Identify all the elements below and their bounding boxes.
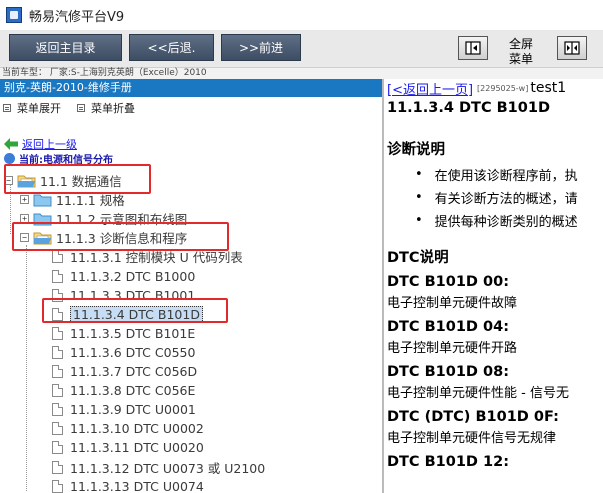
- page-icon: [52, 460, 63, 474]
- fullscreen-menu-label[interactable]: 全屏 菜单: [500, 37, 542, 67]
- page-icon: [52, 326, 63, 340]
- tree-leaf-item[interactable]: 11.1.3.5 DTC B101E: [52, 324, 195, 343]
- page-icon: [52, 422, 63, 436]
- back-previous-page-link[interactable]: [<返回上一页]: [387, 79, 473, 98]
- menu-collapse-label: 菜单折叠: [91, 102, 135, 115]
- dtc-code: DTC B101D 04:: [387, 319, 509, 335]
- diagnostic-bullets: 在使用该诊断程序前，执 有关诊断方法的概述，请 提供每种诊断类别的概述: [387, 163, 603, 232]
- current-model-bar: 当前车型： 厂家:S-上海别克英朗（Excelle）2010: [0, 68, 603, 79]
- list-icon: [3, 104, 11, 112]
- dtc-description: 电子控制单元硬件性能 - 信号无: [387, 386, 569, 401]
- page-icon: [52, 441, 63, 455]
- expand-panel-button[interactable]: [557, 36, 587, 60]
- back-button[interactable]: <<后退.: [129, 34, 214, 61]
- title-bar: 畅易汽修平台V9: [0, 0, 603, 30]
- page-icon: [52, 384, 63, 398]
- menu-collapse-button[interactable]: 菜单折叠: [77, 100, 135, 116]
- tree-item-label: 11.1.3.7 DTC C056D: [70, 364, 198, 379]
- page-icon: [52, 250, 63, 264]
- highlight-box: [4, 164, 151, 194]
- collapse-panel-icon: [465, 41, 481, 55]
- menu-expand-label: 菜单展开: [17, 102, 61, 115]
- dtc-description: 电子控制单元硬件信号无规律: [387, 431, 557, 446]
- back-up-level-link[interactable]: 返回上一级: [22, 136, 77, 152]
- tree-item-label: 11.1.3.10 DTC U0002: [70, 421, 204, 437]
- tree-leaf-item[interactable]: 11.1.3.12 DTC U0073 或 U2100: [52, 458, 265, 477]
- tree-item-label: 11.1.3.11 DTC U0020: [70, 440, 204, 456]
- tree-item-label: 11.1.3.2 DTC B1000: [70, 268, 196, 284]
- highlight-box: [12, 222, 229, 251]
- tree-leaf-item[interactable]: 11.1.3.10 DTC U0002: [52, 419, 204, 438]
- dtc-description: 电子控制单元硬件开路: [387, 341, 518, 356]
- doc-breadcrumb: [<返回上一页] [2295025-w] test1: [387, 79, 603, 98]
- split-view-icon: [564, 41, 580, 55]
- highlight-box: [42, 298, 228, 323]
- toolbar: 返回主目录 <<后退. >>前进 全屏 菜单: [0, 30, 603, 68]
- forward-button[interactable]: >>前进: [221, 34, 301, 61]
- page-icon: [52, 479, 63, 493]
- bullet-item: 有关诊断方法的概述，请: [387, 186, 603, 209]
- dtc-code: DTC B101D 12:: [387, 454, 509, 470]
- page-icon: [52, 365, 63, 378]
- page-icon: [52, 345, 63, 359]
- tree-item-label: 11.1.3.13 DTC U0074: [70, 478, 204, 493]
- manual-tree-panel: 别克-英朗-2010-维修手册 菜单展开 菜单折叠 返回上一级 当前:电源和信号…: [0, 79, 383, 493]
- tree-leaf-item[interactable]: 11.1.3.8 DTC C056E: [52, 381, 195, 400]
- window-title: 畅易汽修平台V9: [29, 9, 125, 25]
- dtc-code: DTC B101D 00:: [387, 274, 509, 290]
- document-panel: [<返回上一页] [2295025-w] test1 11.1.3.4 DTC …: [384, 79, 603, 493]
- list-icon: [77, 104, 85, 112]
- doc-title: 11.1.3.4 DTC B101D: [387, 100, 550, 116]
- tree-leaf-item[interactable]: 11.1.3.9 DTC U0001: [52, 400, 196, 419]
- menu-expand-button[interactable]: 菜单展开: [3, 100, 61, 116]
- dtc-description: 电子控制单元硬件故障: [387, 296, 518, 311]
- tree-item-label: 11.1.3.9 DTC U0001: [70, 402, 196, 418]
- diagnostic-description-heading: 诊断说明: [387, 142, 445, 158]
- back-arrow-icon: [4, 138, 18, 150]
- back-up-level[interactable]: 返回上一级: [4, 136, 77, 152]
- fullscreen-label-line2: 菜单: [508, 52, 533, 66]
- menu-actions: 菜单展开 菜单折叠: [0, 97, 382, 119]
- location-icon: [4, 153, 15, 164]
- page-icon: [52, 269, 63, 283]
- bullet-item: 在使用该诊断程序前，执: [387, 163, 603, 186]
- tree-leaf-item[interactable]: 11.1.3.11 DTC U0020: [52, 438, 204, 457]
- manual-title: 别克-英朗-2010-维修手册: [0, 79, 382, 97]
- doc-code: [2295025-w]: [477, 83, 529, 93]
- folder-icon: [33, 194, 52, 207]
- dtc-code: DTC B101D 08:: [387, 364, 509, 380]
- dtc-code: DTC (DTC) B101D 0F:: [387, 409, 559, 425]
- tree-leaf-item[interactable]: 11.1.3.13 DTC U0074: [52, 477, 204, 493]
- tree-leaf-item[interactable]: 11.1.3.7 DTC C056D: [52, 362, 197, 381]
- page-icon: [52, 403, 63, 417]
- tree-item-label: 11.1.3.8 DTC C056E: [70, 383, 196, 399]
- tree-leaf-item[interactable]: 11.1.3.2 DTC B1000: [52, 267, 195, 286]
- tree-item-label: 11.1.3.5 DTC B101E: [70, 325, 196, 341]
- tree-guide-line: [26, 245, 27, 491]
- app-icon: [6, 7, 22, 23]
- doc-name: test1: [530, 80, 567, 96]
- tree-item-label: 11.1.3.6 DTC C0550: [70, 344, 196, 360]
- tree-leaf-item[interactable]: 11.1.3.6 DTC C0550: [52, 343, 195, 362]
- tree-item-label: 11.1.3.12 DTC U0073 或 U2100: [70, 460, 266, 476]
- fullscreen-label-line1: 全屏: [508, 37, 533, 51]
- dtc-description-heading: DTC说明: [387, 250, 449, 266]
- collapse-panel-button[interactable]: [458, 36, 488, 60]
- home-button[interactable]: 返回主目录: [9, 34, 122, 61]
- expand-toggle[interactable]: +: [20, 195, 29, 205]
- bullet-item: 提供每种诊断类别的概述: [387, 209, 603, 232]
